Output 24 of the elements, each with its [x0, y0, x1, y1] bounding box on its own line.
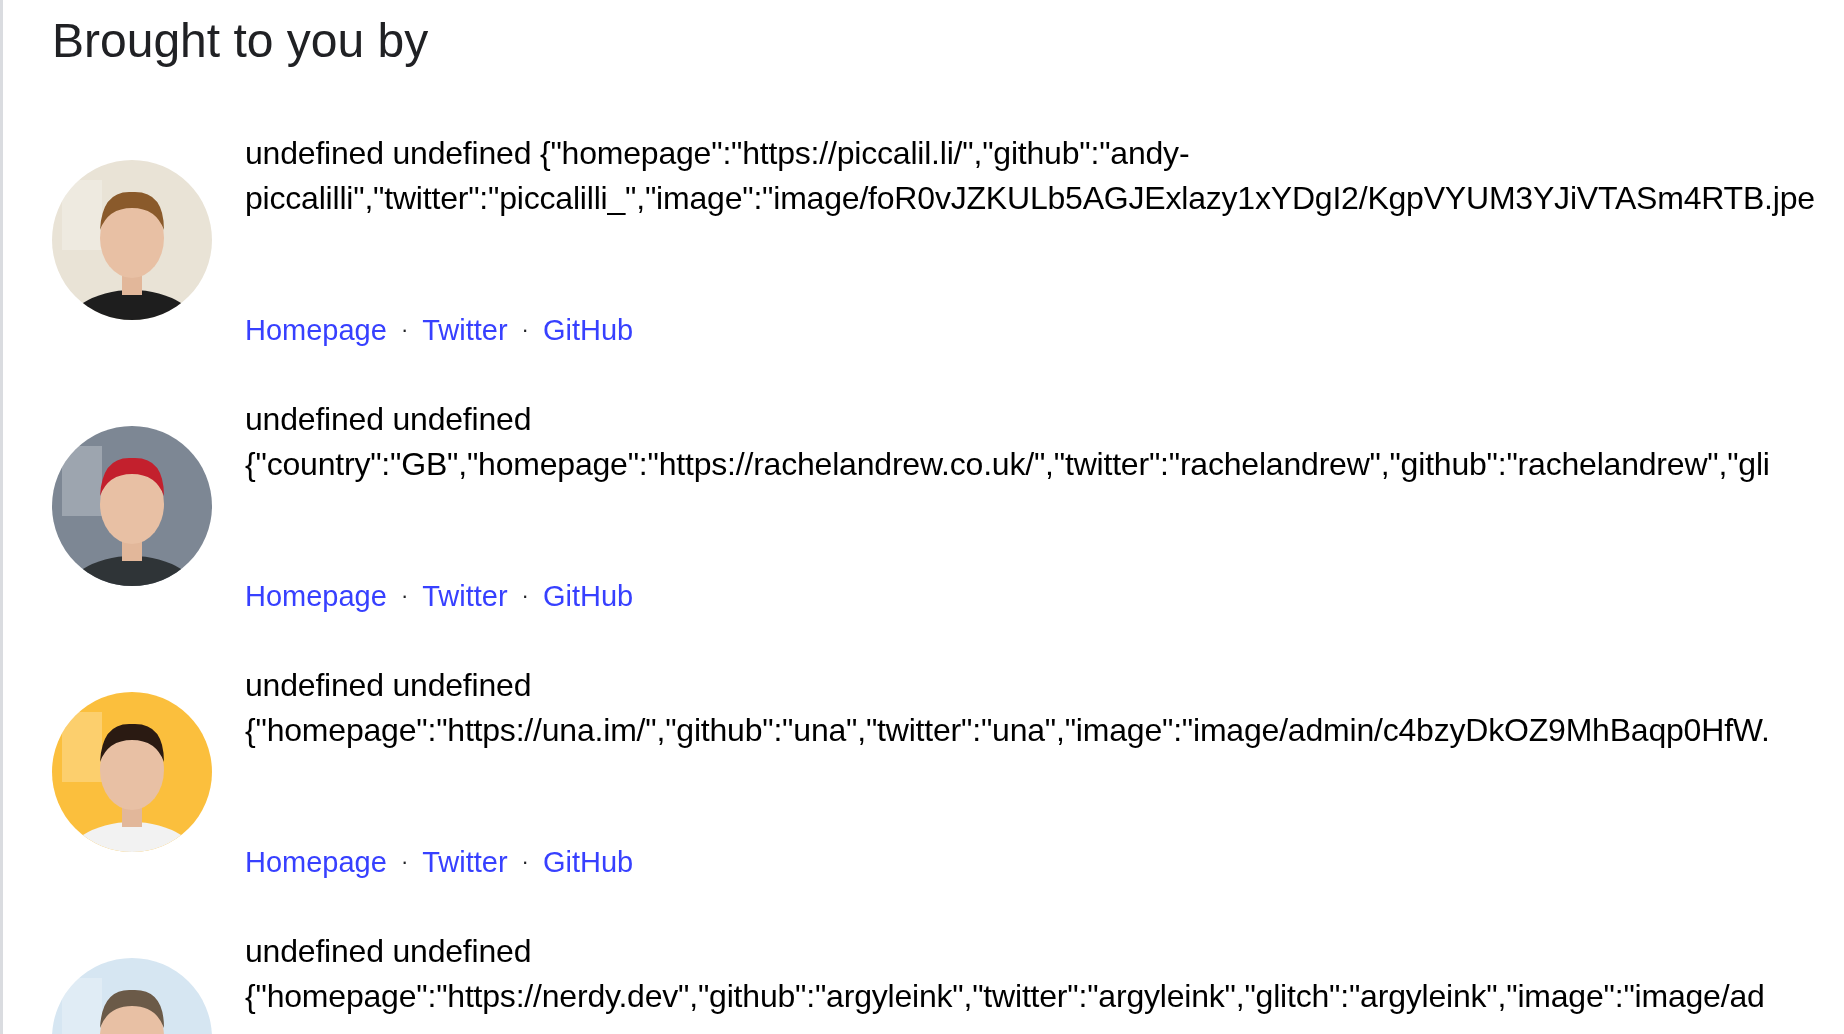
profile-link[interactable]: Twitter [422, 842, 508, 882]
author-details: {"homepage":"https://nerdy.dev","github":"argyleink","twitter":"argyleink","glitch":"argyleink","image":"image/ad [245, 977, 1766, 1016]
separator: · [521, 848, 529, 876]
author-details: undefined undefined [245, 932, 533, 971]
separator: · [400, 848, 409, 876]
author-details: undefined undefined [245, 400, 533, 439]
profile-link[interactable]: Homepage [245, 842, 387, 882]
profile-link[interactable]: GitHub [542, 576, 634, 616]
separator: · [521, 316, 529, 344]
author-details: undefined undefined [245, 666, 533, 705]
author-details: {"country":"GB","homepage":"https://rachelandrew.co.uk/","twitter":"rachelandrew","github":"rachelandrew","gli [245, 445, 1771, 484]
author-details: undefined undefined {"homepage":"https://piccalil.li/","github":"andy- [245, 134, 1191, 173]
profile-link[interactable]: GitHub [542, 310, 634, 350]
separator: · [521, 582, 529, 610]
profile-link[interactable]: Twitter [422, 310, 508, 350]
profile-link[interactable]: Twitter [422, 576, 508, 616]
author-details: {"homepage":"https://una.im/","github":"una","twitter":"una","image":"image/admin/c4bzyDkOZ9MhBaqp0HfW. [245, 711, 1771, 750]
separator: · [400, 582, 409, 610]
profile-link[interactable]: Homepage [245, 310, 387, 350]
section-heading: Brought to you by [52, 13, 430, 69]
profile-link[interactable]: GitHub [542, 842, 634, 882]
author-details: piccalilli","twitter":"piccalilli_","image":"image/foR0vJZKULb5AGJExlazy1xYDgI2/KgpVYUM3YJiVTASm4RTB.jpe [245, 179, 1816, 218]
profile-link[interactable]: Homepage [245, 576, 387, 616]
separator: · [400, 316, 409, 344]
